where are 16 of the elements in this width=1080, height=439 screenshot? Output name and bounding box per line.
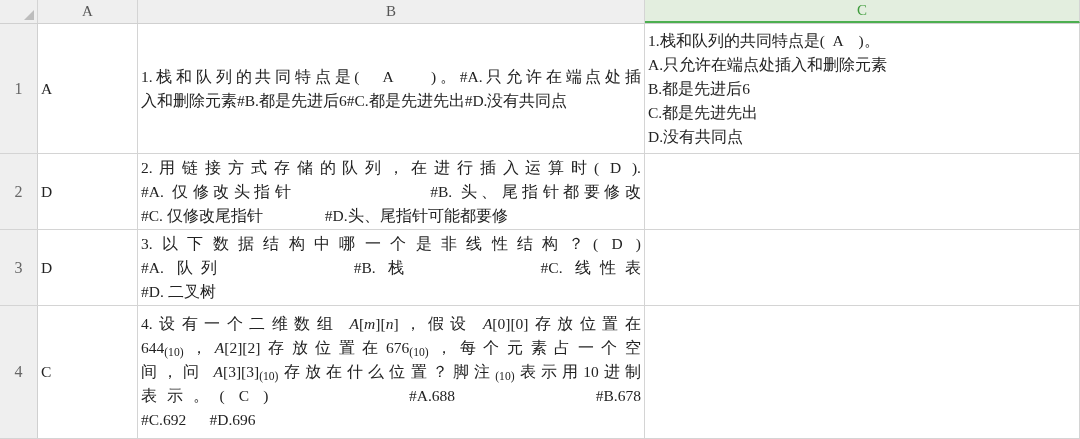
cell-text: 2.用链接方式存储的队列，在进行插入运算时( D ). #A. 仅修改头指针 #B. 头、尾指针都要修改 #C. 仅修改尾指针 #D.头、尾指针可能都要修 [141, 157, 641, 226]
cell-text: 1.栈和队列的共同特点是( A )。 A.只允许在端点处插入和删除元素 B.都是先进后6 C.都是先进先出 D.没有共同点 [648, 30, 888, 147]
cell-text: A [41, 78, 53, 99]
column-header[interactable]: A [38, 0, 138, 23]
cell-text: 1.栈和队列的共同特点是( A )。#A.只允许在端点处插 入和删除元素#B.都是先进后6#C.都是先进先出#D.没有共同点 [141, 66, 641, 111]
row-header[interactable]: 2 [0, 154, 38, 229]
cell-text: 3.以下数据结构中哪一个是非线性结构？( D ) #A. 队列 #B. 栈 #C. 线性表 #D. 二叉树 [141, 233, 641, 302]
cell-text: C [41, 362, 52, 382]
row-header[interactable]: 4 [0, 306, 38, 438]
cell-text: D [41, 257, 53, 278]
cell-text: 4.设有一个二维数组 A[m][n]，假设 A[0][0]存放位置在 644$_{(10)}$，A[2][2]存放位置在676$_{(10)}$，每个元素占一个空 间，问 A[3][3]$_{(10)}$存放在什么位置？脚注$_{(10)}$表示用10进制 表示。( C ) #A.688 #B.678 #C.692 #D.696 [141, 314, 641, 430]
row-header[interactable]: 3 [0, 230, 38, 305]
cell-text: D [41, 181, 53, 202]
corner-triangle-icon [24, 10, 34, 20]
row-header[interactable]: 1 [0, 24, 38, 153]
column-header[interactable]: C [645, 0, 1080, 23]
